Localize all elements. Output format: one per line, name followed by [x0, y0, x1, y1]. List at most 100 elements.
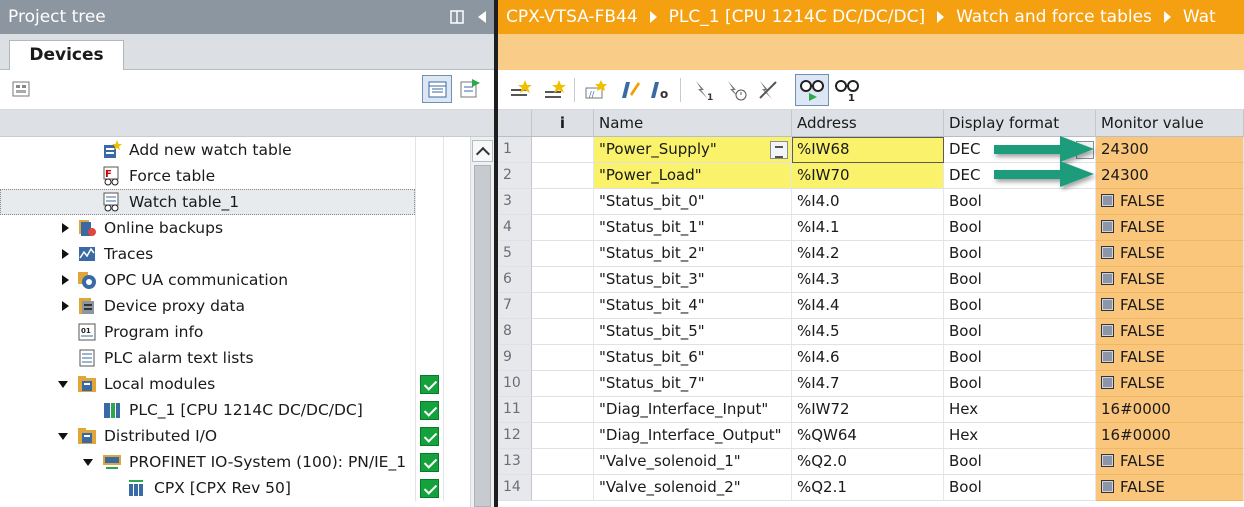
tree-item[interactable]: Device proxy data — [0, 293, 470, 319]
address-cell[interactable]: %Q2.0 — [792, 449, 944, 475]
table-row[interactable]: 1 "Power_Supply" %IW68 DEC 24300 — [498, 137, 1244, 163]
name-cell[interactable]: "Status_bit_0" — [594, 189, 792, 215]
row-number[interactable]: 2 — [498, 163, 532, 189]
display-format-cell[interactable]: Bool — [944, 319, 1096, 345]
display-format-cell[interactable]: Hex — [944, 397, 1096, 423]
force-once-icon[interactable]: 1 — [692, 78, 716, 102]
row-number[interactable]: 14 — [498, 475, 532, 501]
address-cell[interactable]: %IW72 — [792, 397, 944, 423]
tree-item[interactable]: F Force table — [0, 163, 470, 189]
add-comment-row-icon[interactable]: // — [584, 78, 608, 102]
table-row[interactable]: 9 "Status_bit_6" %I4.6 Bool FALSE — [498, 345, 1244, 371]
row-number[interactable]: 6 — [498, 267, 532, 293]
row-number[interactable]: 12 — [498, 423, 532, 449]
insert-row-icon[interactable] — [508, 78, 532, 102]
row-number[interactable]: 7 — [498, 293, 532, 319]
collapse-arrow-icon[interactable] — [58, 432, 68, 442]
tree-item[interactable]: PROFINET IO-System (100): PN/IE_1 — [0, 449, 470, 475]
name-cell[interactable]: "Status_bit_5" — [594, 319, 792, 345]
table-row[interactable]: 5 "Status_bit_2" %I4.2 Bool FALSE — [498, 241, 1244, 267]
table-row[interactable]: 11 "Diag_Interface_Input" %IW72 Hex 16#0000 — [498, 397, 1244, 423]
row-number[interactable]: 13 — [498, 449, 532, 475]
row-number[interactable]: 1 — [498, 137, 532, 163]
address-cell[interactable]: %I4.5 — [792, 319, 944, 345]
address-cell[interactable]: %IW70 — [792, 163, 944, 189]
display-format-cell[interactable]: Bool — [944, 241, 1096, 267]
display-format-cell[interactable]: Hex — [944, 423, 1096, 449]
row-number[interactable]: 5 — [498, 241, 532, 267]
tree-item[interactable]: Traces — [0, 241, 470, 267]
table-row[interactable]: 8 "Status_bit_5" %I4.5 Bool FALSE — [498, 319, 1244, 345]
name-cell[interactable]: "Status_bit_1" — [594, 215, 792, 241]
expand-arrow-icon[interactable] — [60, 301, 70, 311]
monitor-all-toggle[interactable] — [795, 74, 829, 106]
display-format-cell[interactable]: Bool — [944, 293, 1096, 319]
name-cell[interactable]: "Power_Supply" — [594, 137, 792, 163]
row-number[interactable]: 9 — [498, 345, 532, 371]
address-cell[interactable]: %I4.3 — [792, 267, 944, 293]
tree-item[interactable]: Local modules — [0, 371, 470, 397]
name-cell[interactable]: "Status_bit_6" — [594, 345, 792, 371]
name-cell[interactable]: "Status_bit_7" — [594, 371, 792, 397]
row-number[interactable]: 8 — [498, 319, 532, 345]
table-row[interactable]: 3 "Status_bit_0" %I4.0 Bool FALSE — [498, 189, 1244, 215]
collapse-arrow-icon[interactable] — [83, 458, 93, 468]
col-header-address[interactable]: Address — [792, 110, 944, 137]
address-cell[interactable]: %I4.0 — [792, 189, 944, 215]
add-row-icon[interactable] — [542, 78, 566, 102]
row-number[interactable]: 4 — [498, 215, 532, 241]
export-icon[interactable] — [458, 77, 482, 101]
tree-item[interactable]: 01 Program info — [0, 319, 470, 345]
collapse-panel-icon[interactable] — [476, 10, 488, 24]
col-header-name[interactable]: Name — [594, 110, 792, 137]
expand-arrow-icon[interactable] — [60, 249, 70, 259]
collapse-arrow-icon[interactable] — [58, 380, 68, 390]
name-cell[interactable]: "Power_Load" — [594, 163, 792, 189]
name-cell[interactable]: "Status_bit_3" — [594, 267, 792, 293]
table-row[interactable]: 6 "Status_bit_3" %I4.3 Bool FALSE — [498, 267, 1244, 293]
tab-devices[interactable]: Devices — [9, 40, 124, 71]
tree-item[interactable]: Add new watch table — [0, 137, 470, 163]
split-view-icon[interactable] — [450, 10, 464, 24]
modify-once-icon[interactable]: o — [648, 78, 672, 102]
scroll-up-button[interactable] — [472, 140, 493, 162]
breadcrumb-item-tables[interactable]: Watch and force tables — [956, 7, 1152, 27]
breadcrumb-item-plc[interactable]: PLC_1 [CPU 1214C DC/DC/DC] — [669, 7, 925, 27]
expand-arrow-icon[interactable] — [60, 275, 70, 285]
row-number[interactable]: 11 — [498, 397, 532, 423]
breadcrumb-item-device[interactable]: CPX-VTSA-FB44 — [506, 7, 638, 27]
table-row[interactable]: 10 "Status_bit_7" %I4.7 Bool FALSE — [498, 371, 1244, 397]
table-row[interactable]: 4 "Status_bit_1" %I4.1 Bool FALSE — [498, 215, 1244, 241]
tree-item[interactable]: PLC alarm text lists — [0, 345, 470, 371]
address-cell[interactable]: %I4.2 — [792, 241, 944, 267]
row-number[interactable]: 10 — [498, 371, 532, 397]
name-cell[interactable]: "Status_bit_2" — [594, 241, 792, 267]
table-row[interactable]: 14 "Valve_solenoid_2" %Q2.1 Bool FALSE — [498, 475, 1244, 501]
table-row[interactable]: 12 "Diag_Interface_Output" %QW64 Hex 16#0000 — [498, 423, 1244, 449]
display-format-cell[interactable]: Bool — [944, 371, 1096, 397]
address-cell[interactable]: %QW64 — [792, 423, 944, 449]
breadcrumb-item-watch-table[interactable]: Wat — [1183, 7, 1216, 27]
address-cell[interactable]: %I4.6 — [792, 345, 944, 371]
table-row[interactable]: 13 "Valve_solenoid_1" %Q2.0 Bool FALSE — [498, 449, 1244, 475]
tree-item[interactable]: OPC UA communication — [0, 267, 470, 293]
tag-list-button[interactable] — [770, 141, 788, 159]
address-cell[interactable]: %I4.4 — [792, 293, 944, 319]
display-format-cell[interactable]: Bool — [944, 449, 1096, 475]
tree-item[interactable]: CPX [CPX Rev 50] — [0, 475, 470, 501]
force-timed-icon[interactable] — [724, 78, 748, 102]
display-format-cell[interactable]: Bool — [944, 345, 1096, 371]
modify-value-icon[interactable] — [618, 78, 642, 102]
name-cell[interactable]: "Valve_solenoid_2" — [594, 475, 792, 501]
tree-scrollbar[interactable] — [470, 137, 494, 507]
network-view-icon[interactable] — [10, 77, 34, 101]
stop-force-icon[interactable] — [756, 78, 780, 102]
name-cell[interactable]: "Diag_Interface_Input" — [594, 397, 792, 423]
monitor-once-icon[interactable]: 1 — [834, 78, 860, 102]
col-header-monitor-value[interactable]: Monitor value — [1096, 110, 1244, 137]
display-format-cell[interactable]: Bool — [944, 267, 1096, 293]
row-number[interactable]: 3 — [498, 189, 532, 215]
address-cell[interactable]: %I4.1 — [792, 215, 944, 241]
details-view-toggle[interactable] — [422, 75, 452, 103]
tree-item[interactable]: Watch table_1 — [0, 189, 470, 215]
